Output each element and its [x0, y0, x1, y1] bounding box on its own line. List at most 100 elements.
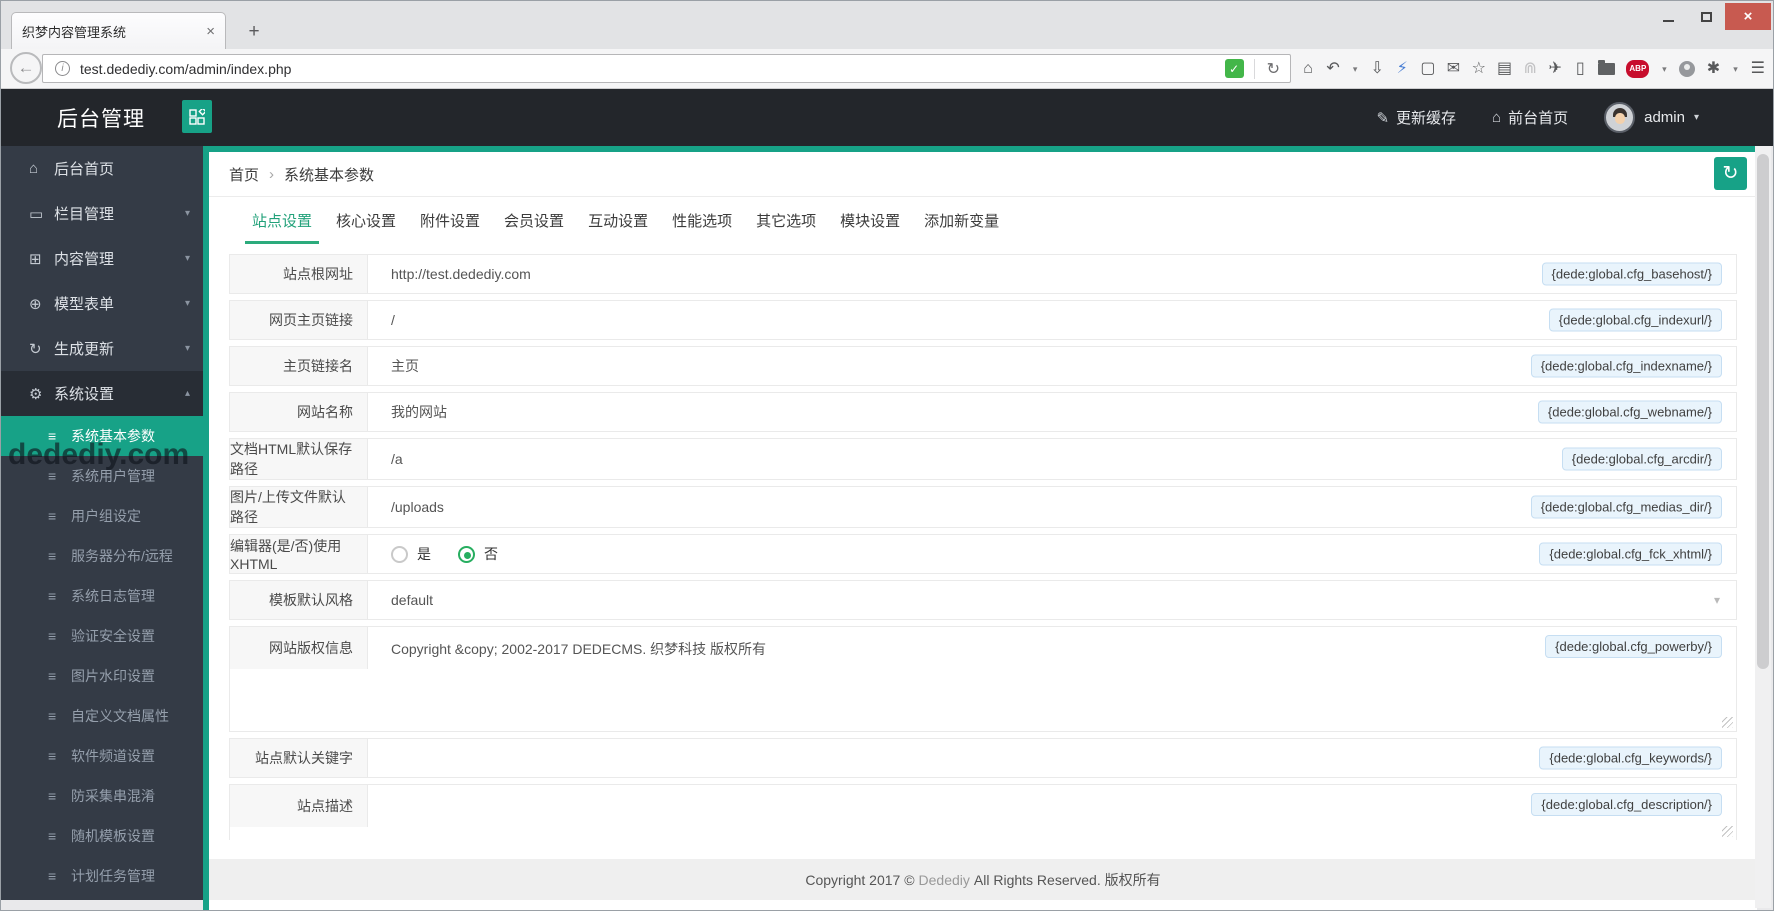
tab-close-icon[interactable]: × — [206, 23, 215, 40]
field-value-area[interactable]: 我的网站 {dede:global.cfg_webname/} — [368, 393, 1736, 431]
undo-dropdown-icon[interactable]: ▾ — [1351, 64, 1359, 74]
sidebar-item-system-settings[interactable]: ⚙ 系统设置 ▴ — [1, 371, 203, 416]
reload-icon[interactable]: ↻ — [1263, 59, 1284, 79]
vertical-scrollbar[interactable] — [1755, 146, 1771, 908]
update-cache-button[interactable]: ✎ 更新缓存 — [1376, 107, 1456, 128]
settings-tab[interactable]: 其它选项 — [756, 197, 816, 244]
url-text[interactable]: test.dedediy.com/admin/index.php — [80, 61, 1225, 77]
sidebar-subitem[interactable]: ≡ 服务器分布/远程 — [1, 536, 203, 576]
bookmark-star-icon[interactable]: ☆ — [1472, 61, 1486, 77]
field-label: 站点描述 — [230, 785, 368, 827]
page-info-icon[interactable]: i — [55, 61, 70, 76]
settings-tab[interactable]: 核心设置 — [336, 197, 396, 244]
security-shield-icon[interactable]: ✓ — [1224, 59, 1244, 78]
sidebar-subitem[interactable]: ≡ 验证安全设置 — [1, 616, 203, 656]
sidebar-subitem-label: 验证安全设置 — [71, 628, 155, 644]
tablet-icon[interactable]: ▢ — [1420, 61, 1435, 77]
new-tab-button[interactable]: + — [239, 18, 269, 46]
field-value[interactable]: Copyright &copy; 2002-2017 DEDECMS. 织梦科技… — [391, 639, 766, 659]
mic-icon[interactable] — [1679, 61, 1696, 77]
browser-tab[interactable]: 织梦内容管理系统 × — [11, 12, 226, 49]
field-value-area[interactable]: /a {dede:global.cfg_arcdir/} — [368, 439, 1736, 479]
select-caret-icon[interactable]: ▾ — [1714, 593, 1720, 607]
url-bar[interactable]: i test.dedediy.com/admin/index.php ✓ ↻ — [42, 54, 1291, 83]
settings-tab[interactable]: 附件设置 — [420, 197, 480, 244]
resize-handle-icon[interactable] — [1722, 717, 1733, 728]
settings-tab[interactable]: 会员设置 — [504, 197, 564, 244]
field-value-area[interactable]: 主页 {dede:global.cfg_indexname/} — [368, 347, 1736, 385]
settings-tab[interactable]: 模块设置 — [840, 197, 900, 244]
folder-icon[interactable] — [1598, 60, 1616, 75]
field-value-area[interactable]: Copyright &copy; 2002-2017 DEDECMS. 织梦科技… — [368, 627, 1736, 731]
field-value[interactable]: /a — [391, 451, 403, 467]
extension-dropdown-icon[interactable]: ▾ — [1732, 64, 1740, 74]
back-button[interactable]: ← — [10, 52, 42, 84]
menu-icon[interactable]: ☰ — [1751, 61, 1765, 77]
avatar[interactable] — [1604, 102, 1636, 133]
sidebar-subitem[interactable]: ≡ 自定义文档属性 — [1, 696, 203, 736]
resize-handle-icon[interactable] — [1722, 826, 1733, 837]
sidebar-item-admin-home[interactable]: ⌂ 后台首页 — [1, 146, 203, 191]
field-value-area[interactable]: {dede:global.cfg_description/} — [368, 785, 1736, 840]
sidebar-subitem[interactable]: ≡ 软件频道设置 — [1, 736, 203, 776]
scrollbar-thumb[interactable] — [1757, 154, 1769, 669]
rss-icon[interactable]: ⋒ — [1523, 61, 1537, 77]
close-button[interactable]: × — [1725, 3, 1771, 30]
sidebar-panel-icon[interactable]: ▯ — [1573, 61, 1587, 77]
sidebar-subitem[interactable]: ≡ 用户组设定 — [1, 496, 203, 536]
sidebar-subitem[interactable]: ≡ 计划任务管理 — [1, 856, 203, 896]
browser-window: 织梦内容管理系统 × + × ← i test.dedediy.com/admi… — [0, 0, 1774, 911]
field-value-area[interactable]: /uploads {dede:global.cfg_medias_dir/} — [368, 487, 1736, 527]
notes-icon[interactable]: ▤ — [1497, 61, 1512, 77]
send-icon[interactable]: ✈ — [1548, 61, 1562, 77]
field-value-area[interactable]: / {dede:global.cfg_indexurl/} — [368, 301, 1736, 339]
settings-tab[interactable]: 性能选项 — [672, 197, 732, 244]
breadcrumb-home[interactable]: 首页 — [229, 164, 259, 185]
field-value-area[interactable]: {dede:global.cfg_keywords/} — [368, 739, 1736, 777]
chevron-down-icon[interactable]: ▾ — [1694, 112, 1699, 123]
home-icon[interactable]: ⌂ — [1301, 61, 1315, 77]
settings-tab[interactable]: 站点设置 — [244, 197, 320, 244]
field-value-area[interactable]: http://test.dedediy.com {dede:global.cfg… — [368, 255, 1736, 293]
field-value[interactable]: /uploads — [391, 499, 444, 515]
sidebar-subitem[interactable]: ≡ 系统日志管理 — [1, 576, 203, 616]
sidebar-subitem[interactable]: ≡ 图片水印设置 — [1, 656, 203, 696]
header-actions: ✎ 更新缓存 ⌂ 前台首页 admin ▾ — [1376, 89, 1699, 146]
sidebar-subitem[interactable]: ≡ 随机模板设置 — [1, 816, 203, 856]
footer-brand: Dedediy — [918, 871, 970, 888]
sidebar-item-column-manage[interactable]: ▭ 栏目管理 ▾ — [1, 191, 203, 236]
field-value[interactable]: http://test.dedediy.com — [391, 266, 531, 282]
sidebar-subitem[interactable]: ≡ 防采集串混淆 — [1, 776, 203, 816]
adblock-icon[interactable]: ABP — [1626, 60, 1650, 78]
sidebar-item-content-manage[interactable]: ⊞ 内容管理 ▾ — [1, 236, 203, 281]
maximize-button[interactable] — [1687, 3, 1725, 30]
field-value[interactable]: default — [391, 592, 433, 608]
lightning-icon[interactable]: ⚡ — [1395, 61, 1409, 77]
mail-icon[interactable]: ✉ — [1447, 61, 1461, 77]
radio-label[interactable]: 否 — [484, 544, 498, 564]
refresh-button[interactable]: ↻ — [1714, 157, 1747, 190]
front-home-button[interactable]: ⌂ 前台首页 — [1492, 107, 1568, 128]
user-menu[interactable]: admin ▾ — [1604, 102, 1699, 133]
sidebar-item-generate-update[interactable]: ↻ 生成更新 ▾ — [1, 326, 203, 371]
radio-否[interactable] — [458, 545, 475, 563]
extension-icon[interactable]: ✱ — [1706, 61, 1720, 77]
sidebar-item-model-form[interactable]: ⊕ 模型表单 ▾ — [1, 281, 203, 326]
field-value[interactable]: / — [391, 312, 395, 328]
settings-tab[interactable]: 互动设置 — [588, 197, 648, 244]
download-icon[interactable]: ⇩ — [1370, 61, 1384, 77]
minimize-button[interactable] — [1649, 3, 1687, 30]
tab-title: 织梦内容管理系统 — [22, 24, 127, 40]
undo-icon[interactable]: ↶ — [1326, 61, 1340, 77]
radio-是[interactable] — [391, 545, 408, 563]
field-value[interactable]: 我的网站 — [391, 402, 447, 422]
adblock-dropdown-icon[interactable]: ▾ — [1660, 64, 1668, 74]
field-value-area[interactable]: 是否 {dede:global.cfg_fck_xhtml/} — [368, 535, 1736, 573]
sidebar-toggle-button[interactable] — [182, 100, 212, 133]
field-value[interactable]: 主页 — [391, 356, 419, 376]
radio-label[interactable]: 是 — [417, 544, 431, 564]
settings-tab[interactable]: 添加新变量 — [924, 197, 999, 244]
field-value-area[interactable]: default ▾ — [368, 581, 1736, 619]
field-label: 模板默认风格 — [230, 581, 368, 619]
breadcrumb: 首页 › 系统基本参数 ↻ — [209, 152, 1757, 197]
